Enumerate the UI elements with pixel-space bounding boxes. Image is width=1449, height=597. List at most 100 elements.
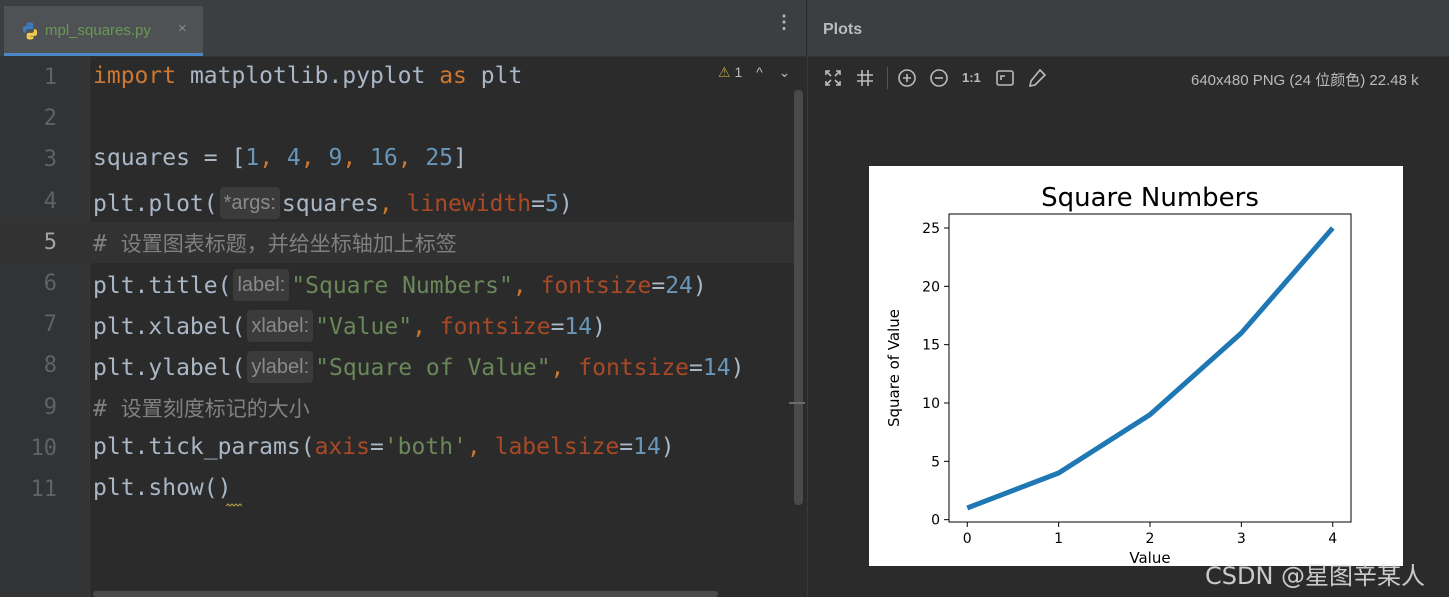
more-options-icon[interactable]: ⋮ [775, 13, 793, 31]
line-number: 8 [43, 353, 57, 379]
actual-size-grid-icon[interactable] [854, 67, 876, 89]
chart-title: Square Numbers [1041, 183, 1259, 213]
one-to-one-button[interactable]: 1:1 [962, 70, 981, 85]
code-token: = [531, 190, 545, 217]
line-chart: 0 1 2 3 4 0 5 10 15 20 25 Square Numbers Value Square… [885, 183, 1352, 566]
close-icon[interactable]: × [178, 20, 187, 37]
code-token: fontsize [540, 273, 652, 299]
y-tick-label: 5 [931, 454, 940, 470]
inspection-widget[interactable]: ⚠ 1 ^ ⌄ [718, 64, 790, 81]
code-token: 9 [328, 145, 343, 172]
code-token: = [619, 433, 634, 460]
code-token: = [369, 433, 384, 460]
x-tick-label: 2 [1146, 531, 1155, 547]
code-token: , [397, 145, 426, 172]
y-tick-label: 10 [922, 396, 940, 412]
code-token: 'both' [383, 433, 467, 460]
code-token: , [512, 273, 541, 299]
vertical-scrollbar[interactable] [794, 90, 803, 505]
watermark: CSDN @星图辛某人 [1205, 562, 1426, 590]
fit-window-icon[interactable] [994, 67, 1016, 89]
code-token: ) [692, 273, 707, 299]
y-tick-label: 15 [922, 338, 940, 354]
plots-tool-window: Plots 1:1 640x480 PNG (24 位颜色) 22.48 k 0… [807, 0, 1449, 597]
plot-image: 0 1 2 3 4 0 5 10 15 20 25 Square Numbers Value Square… [869, 166, 1403, 566]
code-token: ) [558, 190, 573, 217]
line-number: 3 [43, 147, 57, 173]
code-token: ) [660, 433, 675, 460]
code-line[interactable]: plt.ylabel(ylabel: "Square of Value", fon… [93, 351, 745, 384]
tab-label: mpl_squares.py [45, 22, 151, 39]
code-token: , [378, 190, 407, 217]
code-token: squares = [ [93, 145, 246, 172]
axes-frame [948, 213, 1352, 523]
code-line[interactable]: plt.tick_params(axis='both', labelsize=1… [93, 434, 675, 460]
zoom-in-icon[interactable] [896, 67, 918, 89]
code-token: 14 [702, 355, 731, 382]
code-token: "Value" [315, 314, 413, 341]
zoom-out-icon[interactable] [928, 67, 950, 89]
code-token: linewidth [406, 190, 532, 217]
parameter-hint: ylabel: [247, 351, 314, 384]
toolbar-separator [887, 67, 888, 89]
code-token: ) [592, 314, 606, 341]
y-tick-label: 20 [922, 279, 940, 295]
x-tick-label: 4 [1328, 531, 1337, 547]
scrollbar-marker [789, 402, 805, 404]
warning-squiggle [226, 503, 242, 507]
code-token: 16 [370, 145, 398, 172]
editor-tab-bar: mpl_squares.py × ⋮ [0, 0, 806, 57]
code-token: as [439, 63, 467, 89]
code-token: matplotlib.pyplot [176, 63, 440, 89]
code-line[interactable]: plt.xlabel(xlabel: "Value", fontsize=14) [93, 310, 606, 343]
next-highlight-icon[interactable]: ⌄ [779, 64, 791, 80]
code-token: = [689, 355, 703, 382]
code-line[interactable]: plt.show() [93, 475, 231, 501]
fit-content-icon[interactable] [822, 67, 844, 89]
code-token: plt.show() [93, 475, 232, 501]
code-token: # [93, 395, 121, 422]
x-tick-label: 3 [1237, 531, 1246, 547]
code-token: ) [730, 355, 745, 382]
code-token: plt.xlabel( [93, 314, 246, 341]
series-line [966, 226, 1335, 511]
x-tick-label: 1 [1054, 531, 1063, 547]
x-tick-label: 0 [963, 531, 972, 547]
previous-highlight-icon[interactable]: ^ [756, 64, 763, 80]
image-info: 640x480 PNG (24 位颜色) 22.48 k [1191, 72, 1419, 89]
python-file-icon [22, 22, 38, 40]
code-token: plt.title( [93, 273, 232, 299]
code-token: 设置刻度标记的大小 [120, 396, 310, 421]
code-line[interactable]: plt.plot(*args: squares, linewidth=5) [93, 186, 573, 219]
code-line[interactable]: plt.title(label: "Square Numbers", fontsi… [93, 269, 707, 301]
code-token: 4 [286, 145, 301, 172]
code-line[interactable]: import matplotlib.pyplot as plt [93, 63, 522, 89]
code-token: , [342, 145, 371, 172]
code-token: fontsize [578, 355, 690, 382]
code-token: labelsize [494, 433, 620, 460]
code-editor: mpl_squares.py × ⋮ ⚠ 1 ^ ⌄ 1 import matpl… [0, 0, 806, 597]
code-line[interactable]: # 设置图表标题，并给坐标轴加上标签 [93, 228, 457, 258]
y-tick-label: 25 [922, 221, 940, 237]
color-picker-icon[interactable] [1026, 67, 1048, 89]
line-number: 7 [43, 312, 57, 338]
plots-toolbar: 1:1 640x480 PNG (24 位颜色) 22.48 k [808, 57, 1449, 99]
tab-mpl-squares[interactable]: mpl_squares.py × [4, 6, 203, 56]
parameter-hint: xlabel: [247, 310, 314, 343]
plots-header: Plots [808, 0, 1449, 57]
code-token: 14 [633, 433, 661, 460]
code-token: fontsize [439, 314, 551, 341]
code-line[interactable]: # 设置刻度标记的大小 [93, 393, 310, 423]
code-line[interactable]: squares = [1, 4, 9, 16, 25] [93, 145, 467, 171]
code-token: ] [453, 145, 467, 172]
code-token: 25 [425, 145, 454, 172]
code-token: 1 [245, 145, 260, 172]
line-number: 4 [43, 188, 57, 214]
line-number: 1 [43, 65, 57, 90]
line-number: 2 [43, 106, 57, 132]
code-token: , [550, 355, 579, 382]
code-token: plt.ylabel( [93, 355, 246, 382]
parameter-hint: label: [233, 269, 290, 301]
horizontal-scrollbar[interactable] [93, 591, 718, 597]
code-token: 5 [545, 190, 559, 217]
